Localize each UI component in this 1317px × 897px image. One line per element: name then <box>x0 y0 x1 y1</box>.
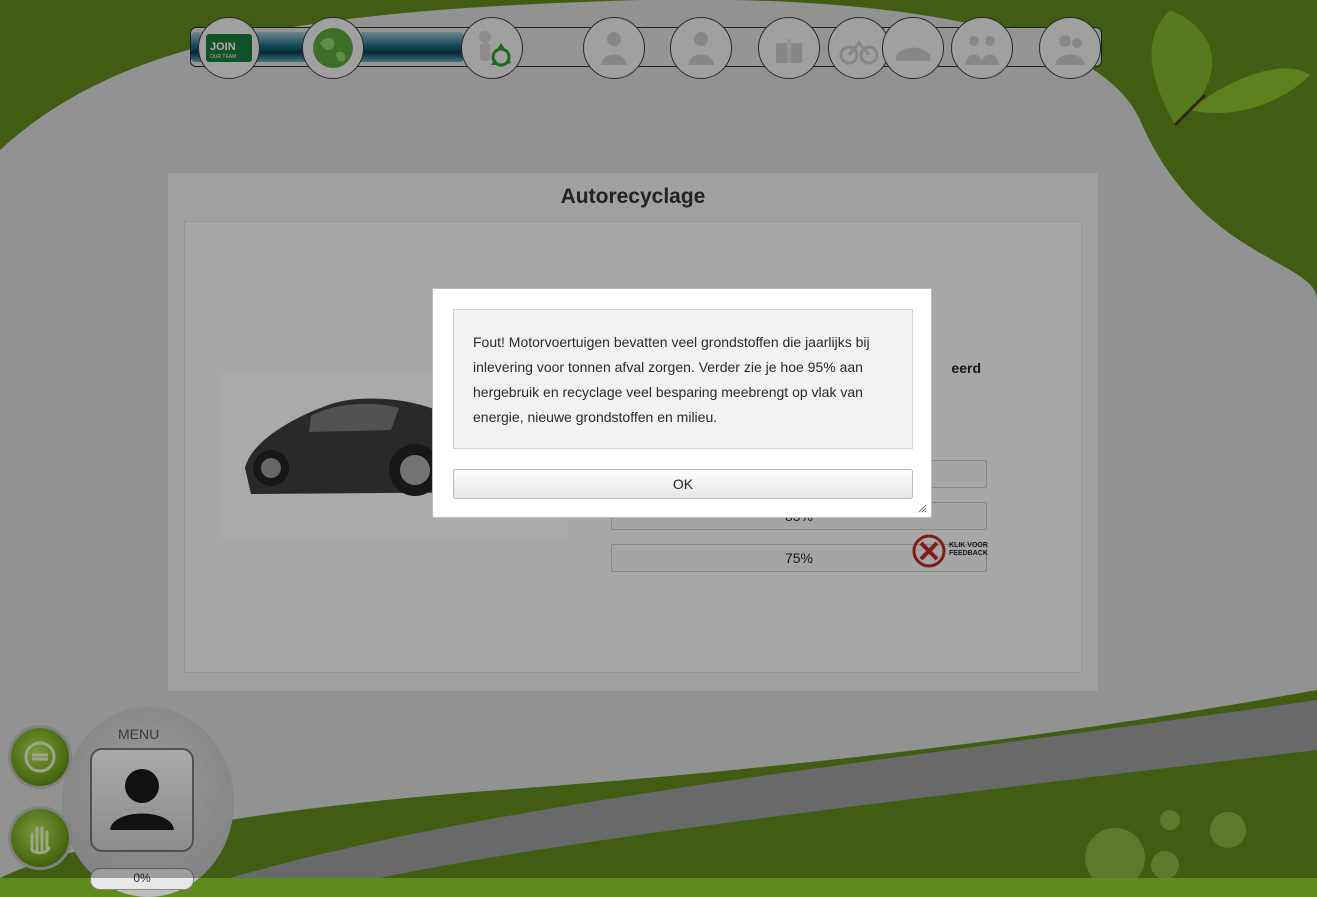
feedback-dialog: Fout! Motorvoertuigen bevatten veel gron… <box>432 288 932 518</box>
feedback-message: Fout! Motorvoertuigen bevatten veel gron… <box>453 309 913 449</box>
resize-grip-icon[interactable] <box>918 504 927 513</box>
ok-button[interactable]: OK <box>453 469 913 499</box>
